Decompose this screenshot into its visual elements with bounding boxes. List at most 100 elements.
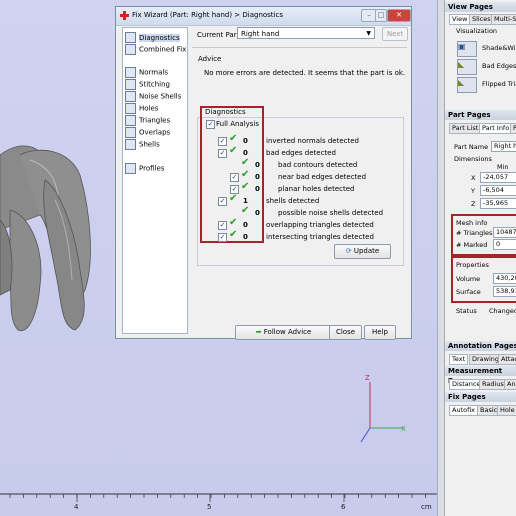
- z-min-field[interactable]: -35,965: [480, 198, 516, 209]
- part-pages-header[interactable]: Part Pages: [445, 110, 516, 120]
- volume-field: 430,209: [493, 273, 516, 284]
- fix-wizard-dialog: Fix Wizard (Part: Right hand) > Diagnost…: [115, 6, 412, 340]
- nav-triangles[interactable]: Triangles: [125, 115, 170, 126]
- close-button[interactable]: Close: [329, 325, 362, 340]
- hand-model[interactable]: [0, 120, 130, 360]
- full-analysis-checkbox[interactable]: ✓: [206, 120, 215, 129]
- tab-part-other[interactable]: P: [510, 123, 516, 134]
- x-axis-label: X: [401, 425, 406, 433]
- y-min-field[interactable]: -6,504: [480, 185, 516, 196]
- z-axis-label: Z: [365, 374, 370, 382]
- nav-shells[interactable]: Shells: [125, 139, 160, 150]
- nav-diagnostics[interactable]: Diagnostics: [125, 32, 180, 43]
- update-button[interactable]: ⟳ Update: [334, 244, 391, 259]
- bad-contours-label: bad contours detected: [278, 161, 358, 169]
- z-dim-label: Z: [471, 200, 476, 208]
- mesh-info-label: Mesh info: [456, 219, 488, 227]
- nav-normals[interactable]: Normals: [125, 67, 168, 78]
- axis-gizmo: Z X: [360, 374, 406, 443]
- fix-pages-header[interactable]: Fix Pages: [445, 392, 516, 402]
- tab-view[interactable]: View: [449, 14, 471, 25]
- ruler-label-5: 5: [207, 503, 212, 511]
- nav-combined-fix[interactable]: Combined Fix: [125, 44, 186, 55]
- inverted-normals-label: inverted normals detected: [266, 137, 359, 145]
- tab-radius[interactable]: Radius: [479, 379, 507, 390]
- wizard-content: Current Part: Right hand ▼ Next Advice N…: [192, 25, 408, 340]
- near-bad-edges-checkbox[interactable]: ✓: [230, 173, 239, 182]
- divider: [192, 47, 407, 48]
- advice-text: No more errors are detected. It seems th…: [204, 69, 406, 77]
- dialog-title: Fix Wizard (Part: Right hand) > Diagnost…: [132, 11, 283, 19]
- overlapping-triangles-label: overlapping triangles detected: [266, 221, 374, 229]
- annotation-pages-header[interactable]: Annotation Pages: [445, 341, 516, 351]
- tab-attach[interactable]: Attac: [498, 354, 516, 365]
- shells-checkbox[interactable]: ✓: [218, 197, 227, 206]
- tab-text[interactable]: Text: [449, 354, 469, 365]
- status-label: Status: [456, 307, 477, 315]
- part-name-label: Part Name: [454, 143, 489, 151]
- profiles-icon: [125, 163, 136, 174]
- normals-icon: [125, 67, 136, 78]
- nav-profiles[interactable]: Profiles: [125, 163, 164, 174]
- bad-edges-label: bad edges detected: [266, 149, 336, 157]
- shade-wire-icon: ▣: [458, 42, 466, 51]
- inverted-normals-checkbox[interactable]: ✓: [218, 137, 227, 146]
- bad-edges-checkbox[interactable]: ✓: [218, 149, 227, 158]
- check-icon: ✔: [241, 205, 250, 216]
- near-bad-edges-count: 0: [255, 173, 260, 181]
- current-part-select[interactable]: Right hand ▼: [237, 27, 375, 39]
- green-arrow-icon: ➡: [255, 328, 264, 336]
- dialog-titlebar[interactable]: Fix Wizard (Part: Right hand) > Diagnost…: [116, 7, 411, 26]
- measurement-pages-header[interactable]: Measurement Pages: [445, 366, 516, 385]
- x-min-field[interactable]: -24,057: [480, 172, 516, 183]
- shade-wire-label: Shade&Wire: [482, 44, 516, 52]
- noise-shells-count: 0: [255, 209, 260, 217]
- tab-part-info[interactable]: Part Info: [479, 123, 513, 134]
- follow-advice-button[interactable]: ➡ Follow Advice: [235, 325, 332, 340]
- triangles-field: 104874: [493, 227, 516, 238]
- tab-part-list[interactable]: Part List: [449, 123, 482, 134]
- nav-stitching[interactable]: Stitching: [125, 79, 170, 90]
- check-icon: ✔: [229, 133, 238, 144]
- tab-autofix[interactable]: Autofix: [449, 405, 479, 416]
- diagnostics-title: Diagnostics: [205, 108, 246, 116]
- shade-wire-button[interactable]: ▣: [457, 41, 477, 57]
- holes-icon: [125, 103, 136, 114]
- volume-label: Volume: [456, 275, 481, 283]
- ruler-label-6: 6: [341, 503, 346, 511]
- bad-edges-button[interactable]: ◣: [457, 59, 477, 75]
- check-icon: ✔: [229, 217, 238, 228]
- flipped-triangles-icon: ◣: [458, 78, 465, 87]
- surface-field: 538,912: [493, 286, 516, 297]
- nav-noise-shells[interactable]: Noise Shells: [125, 91, 181, 102]
- shells-label: shells detected: [266, 197, 320, 205]
- stitching-icon: [125, 79, 136, 90]
- part-name-field[interactable]: Right ha: [491, 141, 516, 152]
- help-button[interactable]: Help: [364, 325, 396, 340]
- maximize-button[interactable]: □: [375, 9, 387, 22]
- full-analysis-label: Full Analysis: [216, 120, 260, 128]
- tab-angle[interactable]: Ang: [504, 379, 516, 390]
- intersecting-triangles-checkbox[interactable]: ✓: [218, 233, 227, 242]
- noise-shells-icon: [125, 91, 136, 102]
- triangles-label: # Triangles: [456, 229, 493, 237]
- advice-box: No more errors are detected. It seems th…: [197, 65, 406, 105]
- tab-multi-section[interactable]: Multi-Se: [491, 14, 516, 25]
- view-pages-header[interactable]: View Pages: [445, 2, 516, 12]
- triangles-icon: [125, 115, 136, 126]
- tab-hole[interactable]: Hole: [497, 405, 516, 416]
- nav-overlaps[interactable]: Overlaps: [125, 127, 170, 138]
- tab-slices[interactable]: Slices: [469, 14, 494, 25]
- close-window-button[interactable]: ✕: [387, 9, 411, 22]
- overlapping-triangles-count: 0: [243, 221, 248, 229]
- overlapping-triangles-checkbox[interactable]: ✓: [218, 221, 227, 230]
- next-button[interactable]: Next: [382, 27, 408, 41]
- combined-fix-icon: [125, 44, 136, 55]
- status-value: Changed: [489, 307, 516, 315]
- current-part-label: Current Part:: [197, 31, 242, 39]
- flipped-triangles-button[interactable]: ◣: [457, 77, 477, 93]
- check-icon: ✔: [229, 229, 238, 240]
- nav-holes[interactable]: Holes: [125, 103, 158, 114]
- current-part-value: Right hand: [241, 30, 280, 38]
- check-icon: ✔: [229, 145, 238, 156]
